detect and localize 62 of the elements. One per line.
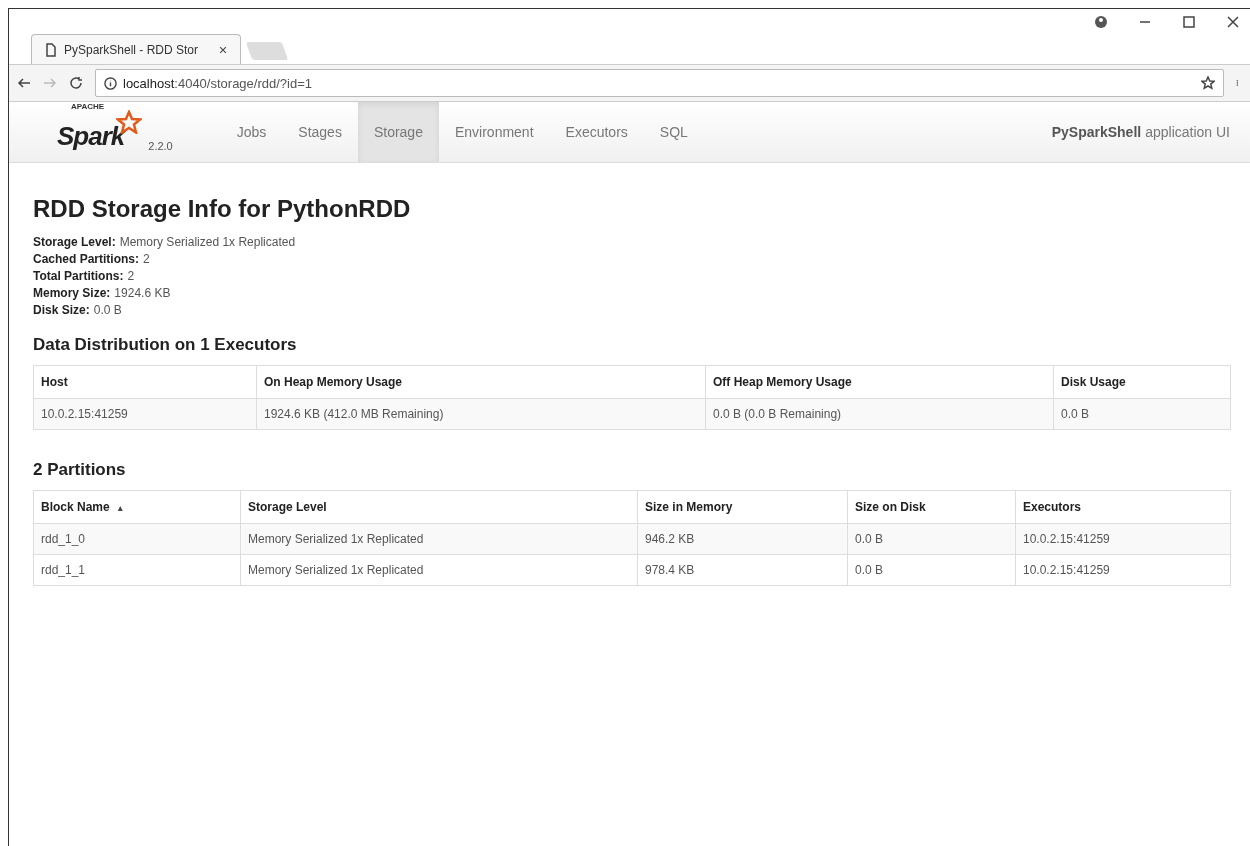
spark-logo[interactable]: APACHE Spark 2.2.0	[57, 102, 173, 162]
table-cell: 10.0.2.15:41259	[1015, 554, 1231, 586]
url-text: localhost:4040/storage/rdd/?id=1	[123, 75, 313, 91]
info-icon	[104, 76, 117, 90]
nav-tab[interactable]: Environment	[438, 102, 550, 162]
tab-title: PySparkShell - RDD Stor	[64, 42, 200, 57]
table-cell: 0.0 B (0.0 B Remaining)	[705, 398, 1054, 430]
page-icon	[44, 42, 58, 57]
nav-tab[interactable]: Executors	[549, 102, 644, 162]
maximize-icon[interactable]	[1182, 15, 1196, 29]
app-suffix: application UI	[1145, 124, 1230, 140]
star-icon[interactable]	[1201, 76, 1215, 90]
column-header: Host	[33, 365, 257, 399]
table-cell: Memory Serialized 1x Replicated	[240, 523, 638, 555]
browser-tab[interactable]: PySparkShell - RDD Stor	[31, 34, 241, 64]
close-icon[interactable]	[1226, 15, 1240, 29]
column-header[interactable]: Storage Level	[240, 490, 638, 524]
close-icon[interactable]	[218, 44, 228, 55]
summary-value: Memory Serialized 1x Replicated	[119, 235, 296, 249]
nav-tab[interactable]: Jobs	[220, 102, 283, 162]
summary-label: Storage Level:	[33, 235, 116, 249]
reload-icon[interactable]	[69, 76, 83, 90]
address-bar[interactable]: localhost:4040/storage/rdd/?id=1	[95, 69, 1224, 97]
column-header[interactable]: Executors	[1015, 490, 1231, 524]
column-header[interactable]: Block Name ▴	[33, 490, 241, 524]
summary-label: Disk Size:	[33, 303, 90, 317]
page-title: RDD Storage Info for PythonRDD	[33, 195, 412, 223]
summary-value: 1924.6 KB	[114, 286, 171, 300]
logo-text: Spark	[57, 121, 125, 152]
profile-icon[interactable]	[1094, 15, 1108, 29]
summary-label: Cached Partitions:	[33, 252, 140, 266]
table-cell: Memory Serialized 1x Replicated	[240, 554, 638, 586]
summary-value: 2	[127, 269, 135, 283]
column-header: Disk Usage	[1053, 365, 1231, 399]
app-name: PySparkShell	[1051, 124, 1142, 140]
section-heading: Data Distribution on 1 Executors	[33, 335, 298, 355]
version-label: 2.2.0	[148, 140, 173, 152]
nav-tab[interactable]: Stages	[282, 102, 358, 162]
section-heading: 2 Partitions	[33, 460, 127, 480]
logo-small-text: APACHE	[71, 102, 105, 111]
table-cell: 10.0.2.15:41259	[33, 398, 257, 430]
table-cell: 1924.6 KB (412.0 MB Remaining)	[256, 398, 706, 430]
summary-value: 2	[143, 252, 150, 266]
table-cell: 10.0.2.15:41259	[1015, 523, 1231, 555]
table-cell: 0.0 B	[1053, 398, 1231, 430]
table-cell: 978.4 KB	[637, 554, 848, 586]
table-cell: 0.0 B	[847, 554, 1016, 586]
column-header: On Heap Memory Usage	[256, 365, 706, 399]
nav-tab[interactable]: SQL	[643, 102, 704, 162]
summary-value: 0.0 B	[93, 303, 122, 317]
table-cell: rdd_1_0	[33, 523, 241, 555]
column-header: Off Heap Memory Usage	[705, 365, 1054, 399]
column-header[interactable]: Size in Memory	[637, 490, 848, 524]
summary-label: Total Partitions:	[33, 269, 124, 283]
column-header[interactable]: Size on Disk	[847, 490, 1016, 524]
table-cell: rdd_1_1	[33, 554, 241, 586]
sort-indicator: ▴	[117, 503, 123, 513]
back-arrow-icon[interactable]	[17, 76, 31, 90]
table-cell: 946.2 KB	[637, 523, 848, 555]
summary-label: Memory Size:	[33, 286, 111, 300]
table-cell: 0.0 B	[847, 523, 1016, 555]
nav-tab[interactable]: Storage	[357, 102, 439, 162]
